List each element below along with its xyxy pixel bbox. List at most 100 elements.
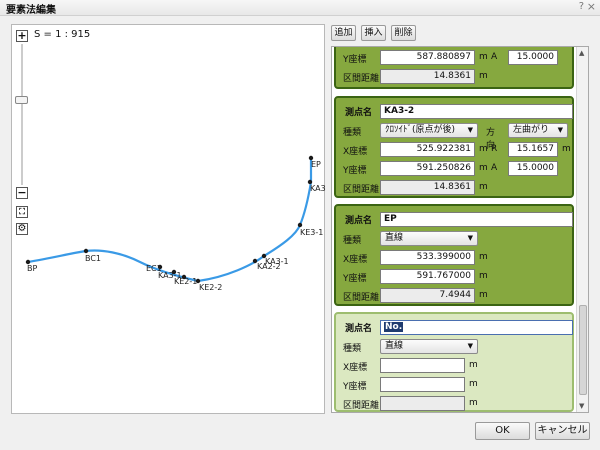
close-icon[interactable]: ×: [587, 0, 596, 13]
a-label: A: [491, 163, 498, 173]
point-name-field[interactable]: No.: [380, 320, 573, 335]
y-coord-label: Y座標: [343, 55, 367, 65]
delete-button[interactable]: 削除: [391, 25, 416, 41]
point-label: EP: [311, 160, 321, 169]
section-distance-field: 14.8361: [380, 180, 475, 195]
r-param-field[interactable]: 15.1657: [508, 142, 558, 157]
zoom-in-button[interactable]: +: [16, 30, 28, 42]
zoom-slider-thumb[interactable]: [15, 96, 28, 104]
unit-label: m: [479, 182, 488, 192]
point-label: KE2-2: [199, 283, 222, 292]
x-coord-label: X座標: [343, 255, 368, 265]
point-marker[interactable]: [83, 248, 89, 254]
point-labels: BPBC1EC1KA3-1KE2-1KE2-2KA2-2KA3-1KE3-1KA…: [27, 160, 326, 292]
point-name-label: 測点名: [345, 216, 373, 226]
point-label: BP: [27, 264, 37, 273]
add-button[interactable]: 追加: [331, 25, 356, 41]
alignment-map: BPBC1EC1KA3-1KE2-1KE2-2KA2-2KA3-1KE3-1KA…: [25, 155, 326, 292]
element-card[interactable]: Y座標 587.880897 m A 15.0000 区間距離 14.8361 …: [334, 47, 574, 89]
section-distance-label: 区間距離: [343, 185, 380, 195]
chevron-down-icon: ▼: [467, 234, 473, 242]
type-label: 種類: [343, 128, 362, 138]
title-bar: 要素法編集 ? ×: [0, 0, 600, 16]
r-label: R: [491, 144, 498, 154]
a-param-field[interactable]: 15.0000: [508, 161, 558, 176]
direction-select[interactable]: 左曲がり ▼: [508, 123, 568, 138]
type-label: 種類: [343, 236, 362, 246]
a-label: A: [491, 52, 498, 62]
element-card-new[interactable]: 測点名 No. 種類 直線 ▼ X座標 m Y座標 m 区間距離 m: [334, 312, 574, 412]
y-coord-field[interactable]: 591.767000: [380, 269, 475, 284]
element-list[interactable]: Y座標 587.880897 m A 15.0000 区間距離 14.8361 …: [331, 46, 589, 413]
x-coord-field[interactable]: [380, 358, 465, 373]
fit-extent-icon[interactable]: ⛶: [16, 206, 28, 218]
zoom-out-button[interactable]: −: [16, 187, 28, 199]
insert-button[interactable]: 挿入: [361, 25, 386, 41]
scroll-down-icon[interactable]: ▼: [579, 402, 584, 410]
list-scrollbar[interactable]: ▲ ▼: [576, 47, 588, 412]
unit-label: m: [469, 360, 478, 370]
x-coord-field[interactable]: 533.399000: [380, 250, 475, 265]
point-label: KA3-1: [265, 257, 289, 266]
chevron-down-icon: ▼: [467, 126, 473, 134]
scroll-up-icon[interactable]: ▲: [579, 49, 584, 57]
direction-value: 左曲がり: [513, 125, 550, 135]
section-distance-label: 区間距離: [343, 293, 380, 303]
point-name-field[interactable]: KA3-2: [380, 104, 573, 119]
chevron-down-icon: ▼: [557, 126, 563, 134]
point-name-value: No.: [384, 322, 404, 332]
unit-label: m: [469, 398, 478, 408]
point-label: KE3-1: [300, 228, 323, 237]
point-name-field[interactable]: EP: [380, 212, 573, 227]
type-select[interactable]: ｸﾛｿｲﾄﾞ(原点が後) ▼: [380, 123, 478, 138]
y-coord-label: Y座標: [343, 274, 367, 284]
unit-label: m: [479, 290, 488, 300]
element-card[interactable]: 測点名 EP 種類 直線 ▼ X座標 533.399000 m Y座標 591.…: [334, 204, 574, 306]
type-select[interactable]: 直線 ▼: [380, 231, 478, 246]
x-coord-label: X座標: [343, 147, 368, 157]
zoom-slider-track[interactable]: [21, 44, 23, 185]
y-coord-label: Y座標: [343, 382, 367, 392]
unit-label: m: [479, 252, 488, 262]
y-coord-field[interactable]: [380, 377, 465, 392]
unit-label: m: [479, 163, 488, 173]
chevron-down-icon: ▼: [467, 342, 473, 350]
ok-button[interactable]: OK: [475, 422, 530, 440]
window-title: 要素法編集: [6, 5, 56, 16]
x-coord-field[interactable]: 525.922381: [380, 142, 475, 157]
point-name-label: 測点名: [345, 108, 373, 118]
unit-label: m: [479, 71, 488, 81]
map-panel[interactable]: BP BC1 EC1 KA3-1 KE2-1 KE2-2 KA2-2 KA3-1 KE3-1 KA…: [11, 24, 326, 414]
point-label: KA3: [310, 184, 326, 193]
scale-label: S = 1 : 915: [34, 29, 91, 40]
type-label: 種類: [343, 344, 362, 354]
point-label: KE2-1: [174, 277, 197, 286]
x-coord-label: X座標: [343, 363, 368, 373]
y-coord-field[interactable]: 591.250826: [380, 161, 475, 176]
gear-icon[interactable]: ⚙: [16, 223, 28, 235]
type-value: 直線: [385, 341, 404, 351]
section-distance-field: [380, 396, 465, 411]
section-distance-field: 7.4944: [380, 288, 475, 303]
y-coord-label: Y座標: [343, 166, 367, 176]
a-param-field[interactable]: 15.0000: [508, 50, 558, 65]
type-select[interactable]: 直線 ▼: [380, 339, 478, 354]
section-distance-label: 区間距離: [343, 74, 380, 84]
section-distance-field: 14.8361: [380, 69, 475, 84]
section-distance-label: 区間距離: [343, 401, 380, 411]
unit-label: m: [479, 52, 488, 62]
type-value: 直線: [385, 233, 404, 243]
cancel-button[interactable]: キャンセル: [535, 422, 590, 440]
scroll-thumb[interactable]: [579, 305, 587, 395]
type-value: ｸﾛｿｲﾄﾞ(原点が後): [385, 125, 456, 135]
y-coord-field[interactable]: 587.880897: [380, 50, 475, 65]
point-name-label: 測点名: [345, 324, 373, 334]
help-icon[interactable]: ?: [579, 1, 584, 12]
element-card[interactable]: 測点名 KA3-2 種類 ｸﾛｿｲﾄﾞ(原点が後) ▼ 方向 左曲がり ▼ X座…: [334, 96, 574, 198]
unit-label: m: [479, 271, 488, 281]
point-label: BC1: [85, 254, 101, 263]
point-marker[interactable]: [297, 222, 303, 228]
unit-label: m: [562, 144, 571, 154]
unit-label: m: [479, 144, 488, 154]
unit-label: m: [469, 379, 478, 389]
